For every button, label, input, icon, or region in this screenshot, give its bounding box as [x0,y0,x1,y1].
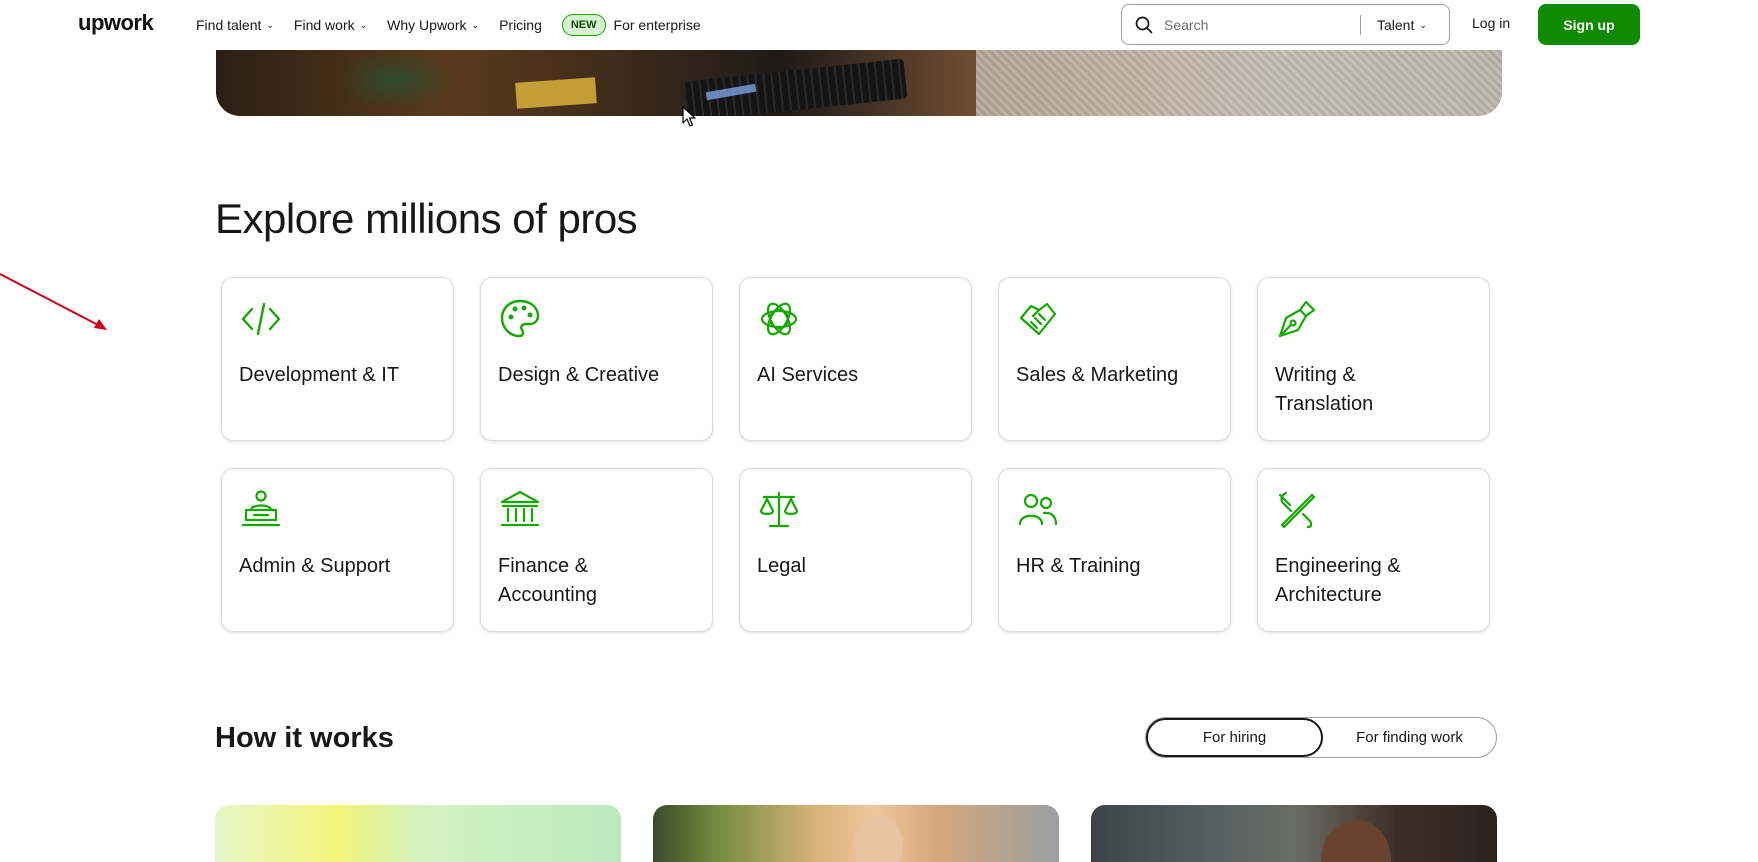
chevron-down-icon: ⌄ [471,20,480,30]
category-card-legal[interactable]: Legal [739,468,972,632]
category-label: HR & Training [1016,555,1141,577]
search-scope-dropdown[interactable]: Talent ⌄ [1377,17,1427,33]
scales-icon [759,491,799,528]
pen-nib-icon [1278,300,1316,338]
main-nav: Find talent ⌄ Find work ⌄ Why Upwork ⌄ P… [196,0,701,50]
category-label: Engineering & Architecture [1275,555,1401,606]
nav-why-upwork-label: Why Upwork [387,17,467,33]
chevron-down-icon: ⌄ [1419,19,1427,30]
explore-title: Explore millions of pros [215,195,638,242]
top-header: upwork Find talent ⌄ Find work ⌄ Why Upw… [0,0,1758,50]
how-it-works-image-2 [653,805,1059,862]
nav-pricing-label: Pricing [499,17,542,33]
category-card-design-creative[interactable]: Design & Creative [480,277,713,441]
palette-icon [500,299,540,338]
how-it-works-title: How it works [215,722,394,754]
nav-why-upwork[interactable]: Why Upwork ⌄ [387,17,479,33]
page: upwork Find talent ⌄ Find work ⌄ Why Upw… [0,0,1758,862]
nav-pricing[interactable]: Pricing [499,17,542,33]
nav-enterprise-label: For enterprise [613,17,701,33]
category-card-admin-support[interactable]: Admin & Support [221,468,454,632]
chevron-down-icon: ⌄ [266,20,274,30]
category-label: Writing & Translation [1275,364,1374,415]
toggle-for-hiring[interactable]: For hiring [1146,718,1323,757]
annotation-arrow-icon [0,273,107,330]
category-label: Admin & Support [239,555,391,577]
category-label: Legal [757,555,806,577]
category-card-ai-services[interactable]: AI Services [739,277,972,441]
nav-find-talent-label: Find talent [196,17,262,33]
handshake-icon [1019,302,1057,336]
tools-icon [1278,491,1316,529]
bank-icon [500,490,540,527]
category-card-development-it[interactable]: Development & IT [221,277,454,441]
category-card-hr-training[interactable]: HR & Training [998,468,1231,632]
nav-find-work[interactable]: Find work ⌄ [294,17,367,33]
category-label: Development & IT [239,364,400,386]
search-divider [1360,14,1361,35]
nav-enterprise[interactable]: NEW For enterprise [561,14,701,36]
upwork-logo[interactable]: upwork [78,10,154,36]
search-input[interactable] [1164,16,1354,33]
category-label: Finance & Accounting [498,555,597,606]
category-card-sales-marketing[interactable]: Sales & Marketing [998,277,1231,441]
chevron-down-icon: ⌄ [359,20,368,30]
category-card-finance-accounting[interactable]: Finance & Accounting [480,468,713,632]
category-label: Design & Creative [498,364,660,386]
toggle-for-finding-work[interactable]: For finding work [1323,718,1496,757]
signup-button[interactable]: Sign up [1538,4,1640,45]
how-it-works-image-3 [1091,805,1497,862]
new-badge: NEW [561,14,606,36]
search-icon[interactable] [1124,16,1164,34]
category-card-engineering-architecture[interactable]: Engineering & Architecture [1257,468,1490,632]
search-bar: Talent ⌄ [1121,4,1450,45]
nav-find-work-label: Find work [293,17,355,33]
category-label: AI Services [757,364,859,386]
ai-flower-icon [760,302,798,336]
how-it-works-toggle: For hiring For finding work [1145,717,1497,758]
mouse-cursor-icon [682,106,696,127]
category-label: Sales & Marketing [1016,364,1179,386]
people-icon [1018,493,1058,526]
desk-person-icon [241,490,281,527]
nav-find-talent[interactable]: Find talent ⌄ [196,17,274,33]
how-it-works-image-1 [215,805,621,862]
code-icon [241,302,281,336]
search-scope-label: Talent [1377,16,1415,33]
category-card-writing-translation[interactable]: Writing & Translation [1257,277,1490,441]
login-link[interactable]: Log in [1472,15,1510,31]
